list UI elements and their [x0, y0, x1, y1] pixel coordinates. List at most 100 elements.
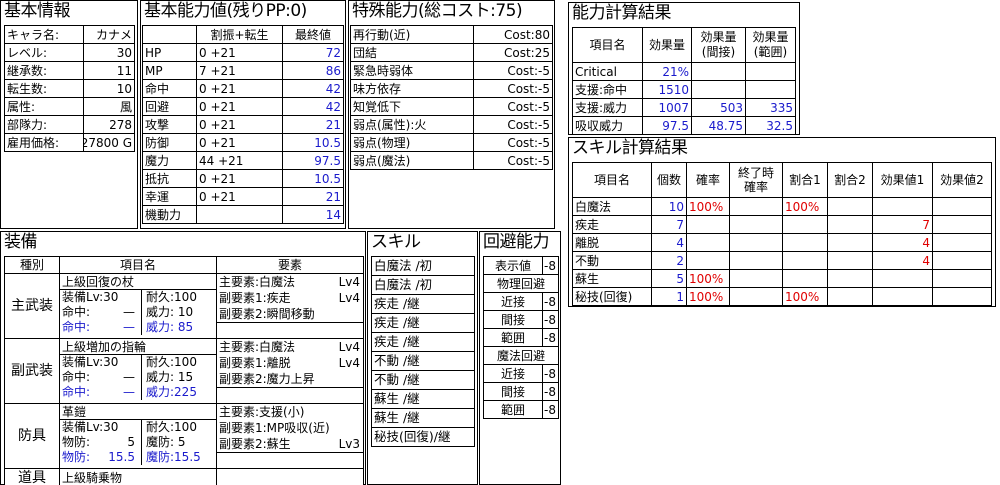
equipment-item-info: 上級回復の杖 装備Lv:30 耐久:100 命中: — 威力: 10 命中: — 威力: 85 [60, 274, 216, 338]
equipment-element-level: Lv3 [338, 437, 360, 451]
ability-alloc: 0 +21 [197, 170, 282, 187]
ability-calc-table: 項目名 効果量 効果量 (間接) 効果量 (範囲) Critical 21% 支援:命中 15… [572, 27, 796, 135]
skill-item: 疾走 /継 [372, 314, 474, 332]
evasion-table: 表示値 -8 物理回避 近接 -8 間接 -8 範囲 -8 魔法回避 近接 -8 間接 -8 範囲 -8 [483, 256, 559, 419]
skill-calc-cell: 1 [652, 288, 686, 305]
evasion-magic-header: 魔法回避 [484, 347, 558, 364]
equipment-tool-name: 上級騎乗物 [60, 469, 216, 485]
special-ability-name: 知覚低下 [351, 98, 473, 115]
special-ability-name: 弱点(物理) [351, 134, 473, 151]
special-ability-cost: Cost:-5 [474, 62, 552, 79]
ability-calc-cell: Critical [573, 63, 642, 80]
special-ability-cost: Cost:-5 [474, 134, 552, 151]
equipment-durability: 耐久:100 [146, 355, 197, 369]
equipment-header-type: 種別 [5, 257, 59, 273]
skill-calc-cell: 100% [687, 198, 729, 215]
equipment-element-level: Lv4 [338, 356, 360, 370]
special-ability-cost: Cost:-5 [474, 98, 552, 115]
evasion-display-label: 表示値 [484, 257, 542, 274]
skill-calc-cell: 疾走 [573, 216, 651, 233]
ability-final: 42 [283, 80, 343, 97]
equipment-element-level: Lv4 [338, 340, 360, 354]
equipment-stat-value: — [123, 305, 135, 319]
skill-calc-cell: 白魔法 [573, 198, 651, 215]
equipment-panel: 装備 種別 項目名 要素 主武装 上級回復の杖 装備Lv:30 耐久:100 命中: — 威力: … [0, 231, 366, 485]
basic-info-value: 278 [84, 116, 134, 133]
ability-alloc: 0 +21 [197, 116, 282, 133]
ability-calc-cell: 1510 [643, 81, 691, 98]
equipment-level: 装備Lv:30 [60, 290, 142, 305]
skill-calc-cell [933, 234, 991, 251]
equipment-final-2: 威力: 85 [146, 320, 194, 334]
ability-name: MP [143, 62, 196, 79]
equipment-stat-label: 命中: [62, 305, 91, 319]
ability-calc-cell: 1007 [643, 99, 691, 116]
special-ability-name: 味方依存 [351, 80, 473, 97]
skill-calc-cell [730, 270, 782, 287]
evasion-magic-label: 範囲 [484, 401, 542, 418]
skill-calc-cell [730, 288, 782, 305]
skill-item: 不動 /継 [372, 352, 474, 370]
skill-calc-cell: 5 [652, 270, 686, 287]
skill-calc-header: 項目名 [573, 163, 651, 197]
evasion-magic-value: -8 [543, 365, 558, 382]
skill-calc-cell: 秘技(回復) [573, 288, 651, 305]
skill-calc-cell: 100% [687, 270, 729, 287]
skill-item: 蘇生 /継 [372, 409, 474, 427]
skill-calc-cell [687, 216, 729, 233]
ability-calc-cell [692, 81, 745, 98]
evasion-physical-label: 近接 [484, 293, 542, 310]
skill-calc-cell: 7 [873, 216, 932, 233]
skill-calc-cell [933, 198, 991, 215]
equipment-element: 副要素2:蘇生 [219, 437, 291, 451]
equipment-final-value: — [123, 320, 135, 334]
special-ability-name: 再行動(近) [351, 26, 473, 43]
skill-calc-cell [730, 252, 782, 269]
ability-final: 21 [283, 116, 343, 133]
skill-calc-cell [730, 234, 782, 251]
basic-info-panel: 基本情報 キャラ名: カナメ レベル: 30 継承数: 11 転生数: 10 属性: 風部隊力: 2… [0, 0, 138, 229]
equipment-tool-blank [217, 469, 363, 485]
equipment-element: 主要素:白魔法 [219, 340, 296, 354]
equipment-final-2: 威力:225 [146, 385, 197, 399]
special-panel: 特殊能力(総コスト:75) 再行動(近) Cost:80 団結 Cost:25 緊急時弱… [348, 0, 555, 229]
skill-calc-cell [828, 234, 872, 251]
equipment-final-value: — [123, 385, 135, 399]
ability-calc-header: 効果量 (範囲) [746, 28, 795, 62]
equipment-item-info: 革鎧 装備Lv:30 耐久:100 物防: 5 魔防: 5 物防: 15.5 魔防:15.5 [60, 404, 216, 468]
equipment-element: 副要素2:魔力上昇 [219, 372, 315, 386]
special-ability-name: 弱点(属性):火 [351, 116, 473, 133]
skill-calc-cell [783, 234, 827, 251]
skill-calc-cell [828, 288, 872, 305]
ability-calc-cell: 335 [746, 99, 795, 116]
skill-calc-cell [873, 288, 932, 305]
evasion-magic-label: 近接 [484, 365, 542, 382]
equipment-elements: 主要素:白魔法 Lv4 副要素1:疾走 Lv4 副要素2:瞬間移動 [217, 274, 363, 338]
skill-calc-table: 項目名 個数 確率 終了時 確率 割合1 割合2 効果値1 効果値2 白魔法 10 100% 100%… [572, 162, 992, 306]
equipment-element: 副要素1:MP吸収(近) [219, 421, 330, 435]
ability-alloc: 7 +21 [197, 62, 282, 79]
ability-calc-cell: 支援:命中 [573, 81, 642, 98]
equipment-final-label: 命中: [62, 320, 91, 334]
ability-calc-header: 効果量 [643, 28, 691, 62]
skill-calc-header: 確率 [687, 163, 729, 197]
equipment-element: 副要素1:離脱 [219, 356, 291, 370]
special-ability-cost: Cost:-5 [474, 152, 552, 169]
ability-name: 魔力 [143, 152, 196, 169]
ability-name: 抵抗 [143, 170, 196, 187]
basic-info-label: キャラ名: [5, 26, 83, 43]
ability-final: 10.5 [283, 134, 343, 151]
skill-calc-cell [933, 252, 991, 269]
ability-title: 基本能力値(残りPP:0) [144, 1, 307, 21]
evasion-physical-value: -8 [543, 329, 558, 346]
skill-calc-header: 終了時 確率 [730, 163, 782, 197]
ability-final: 42 [283, 98, 343, 115]
skill-calc-cell: 2 [652, 252, 686, 269]
skill-calc-cell [933, 288, 991, 305]
basic-info-value: 風 [84, 98, 134, 115]
special-title: 特殊能力(総コスト:75) [352, 1, 523, 21]
ability-calc-panel: 能力計算結果 項目名 効果量 効果量 (間接) 効果量 (範囲) Critical 21%… [568, 2, 800, 135]
ability-alloc: 0 +21 [197, 44, 282, 61]
skill-calc-header: 効果値2 [933, 163, 991, 197]
skill-calc-cell: 蘇生 [573, 270, 651, 287]
